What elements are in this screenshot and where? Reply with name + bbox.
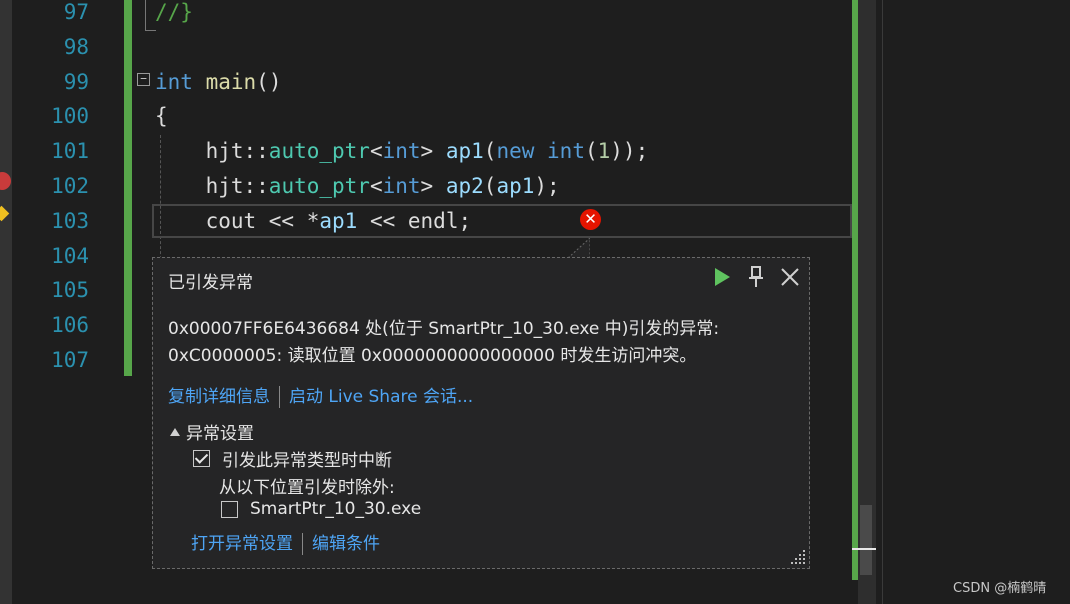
code-token: int bbox=[382, 139, 421, 164]
code-token: < bbox=[369, 139, 383, 164]
code-token: > bbox=[420, 139, 446, 164]
break-when-thrown-checkbox[interactable] bbox=[193, 450, 210, 467]
code-token: ap1 bbox=[319, 208, 358, 233]
popup-action-links: 复制详细信息 启动 Live Share 会话... bbox=[168, 382, 473, 408]
open-exception-settings-link[interactable]: 打开异常设置 bbox=[191, 534, 293, 554]
exception-message: 0x00007FF6E6436684 处(位于 SmartPtr_10_30.e… bbox=[168, 316, 798, 370]
panel-divider bbox=[882, 0, 883, 604]
scrollbar-position-marker bbox=[852, 548, 876, 550]
except-from-label: 从以下位置引发时除外: bbox=[219, 473, 395, 498]
code-token: int bbox=[382, 174, 421, 198]
code-line[interactable]: //} bbox=[155, 0, 193, 29]
close-button[interactable] bbox=[777, 264, 803, 290]
link-separator bbox=[302, 533, 303, 555]
code-token: hjt:: bbox=[155, 174, 269, 198]
code-token: 1 bbox=[597, 139, 611, 164]
code-token: () bbox=[256, 69, 282, 94]
except-from-text: 从以下位置引发时除外: bbox=[219, 478, 395, 498]
link-separator bbox=[279, 386, 280, 408]
code-token: ( bbox=[584, 139, 598, 164]
code-token: ( bbox=[483, 139, 497, 164]
code-token: << endl; bbox=[357, 208, 472, 233]
exception-settings-label: 异常设置 bbox=[186, 424, 254, 444]
code-line[interactable]: cout << *ap1 << endl; bbox=[155, 204, 472, 238]
code-token: )); bbox=[610, 139, 649, 164]
collapse-icon[interactable]: − bbox=[137, 73, 150, 86]
code-token: auto_ptr bbox=[268, 139, 370, 164]
code-line[interactable]: hjt::auto_ptr<int> ap2(ap1); bbox=[155, 169, 560, 203]
continue-icon bbox=[715, 268, 730, 286]
code-token: new bbox=[496, 139, 535, 164]
live-share-link[interactable]: 启动 Live Share 会话... bbox=[289, 387, 473, 407]
code-line[interactable]: hjt::auto_ptr<int> ap1(new int(1)); bbox=[155, 134, 649, 168]
code-token: //} bbox=[155, 0, 193, 24]
continue-button[interactable] bbox=[709, 264, 735, 290]
resize-grip-icon[interactable] bbox=[790, 549, 806, 565]
code-token: hjt:: bbox=[155, 139, 269, 164]
popup-title: 已引发异常 bbox=[168, 273, 253, 293]
settings-links: 打开异常设置 编辑条件 bbox=[191, 529, 380, 555]
exception-settings-header[interactable]: 异常设置 bbox=[170, 419, 254, 444]
exception-message-line-1: 0x00007FF6E6436684 处(位于 SmartPtr_10_30.e… bbox=[168, 319, 720, 339]
module-checkbox[interactable] bbox=[221, 500, 238, 518]
watermark: CSDN @楠鹤晴 bbox=[953, 581, 1047, 596]
break-when-thrown-label: 引发此异常类型时中断 bbox=[222, 451, 392, 471]
code-token: main bbox=[205, 69, 257, 94]
code-token: auto_ptr bbox=[268, 174, 370, 198]
pin-icon bbox=[749, 266, 763, 287]
code-token: ); bbox=[534, 174, 560, 198]
copy-details-link[interactable]: 复制详细信息 bbox=[168, 387, 270, 407]
code-token: > bbox=[420, 174, 446, 198]
code-token: ap1 bbox=[445, 139, 484, 164]
code-line[interactable]: { bbox=[155, 99, 168, 133]
exception-message-line-2: 0xC0000005: 读取位置 0x0000000000000000 时发生访… bbox=[168, 346, 697, 366]
code-token: { bbox=[155, 104, 168, 129]
code-token: int bbox=[155, 69, 193, 94]
code-token: ap1 bbox=[496, 174, 535, 198]
code-token: int bbox=[547, 139, 585, 164]
code-token: ( bbox=[483, 174, 497, 198]
edit-conditions-link[interactable]: 编辑条件 bbox=[312, 534, 380, 554]
code-token: < bbox=[369, 174, 383, 198]
popup-pointer bbox=[568, 238, 590, 258]
expand-triangle-icon[interactable] bbox=[170, 428, 180, 436]
module-label: SmartPtr_10_30.exe bbox=[250, 499, 422, 519]
error-icon[interactable]: ✕ bbox=[580, 209, 601, 230]
close-icon bbox=[781, 268, 799, 286]
scrollbar-thumb[interactable] bbox=[860, 505, 872, 575]
break-when-thrown-row[interactable]: 引发此异常类型时中断 bbox=[193, 446, 392, 471]
code-line[interactable]: int main() bbox=[155, 65, 281, 99]
pin-button[interactable] bbox=[743, 264, 769, 290]
module-exception-row[interactable]: SmartPtr_10_30.exe bbox=[221, 499, 421, 519]
code-token: ap2 bbox=[445, 174, 484, 198]
exception-helper-popup[interactable]: 已引发异常 0x00007FF6E6436684 处(位于 SmartPtr_1… bbox=[152, 257, 810, 569]
code-token: cout << * bbox=[155, 208, 320, 233]
